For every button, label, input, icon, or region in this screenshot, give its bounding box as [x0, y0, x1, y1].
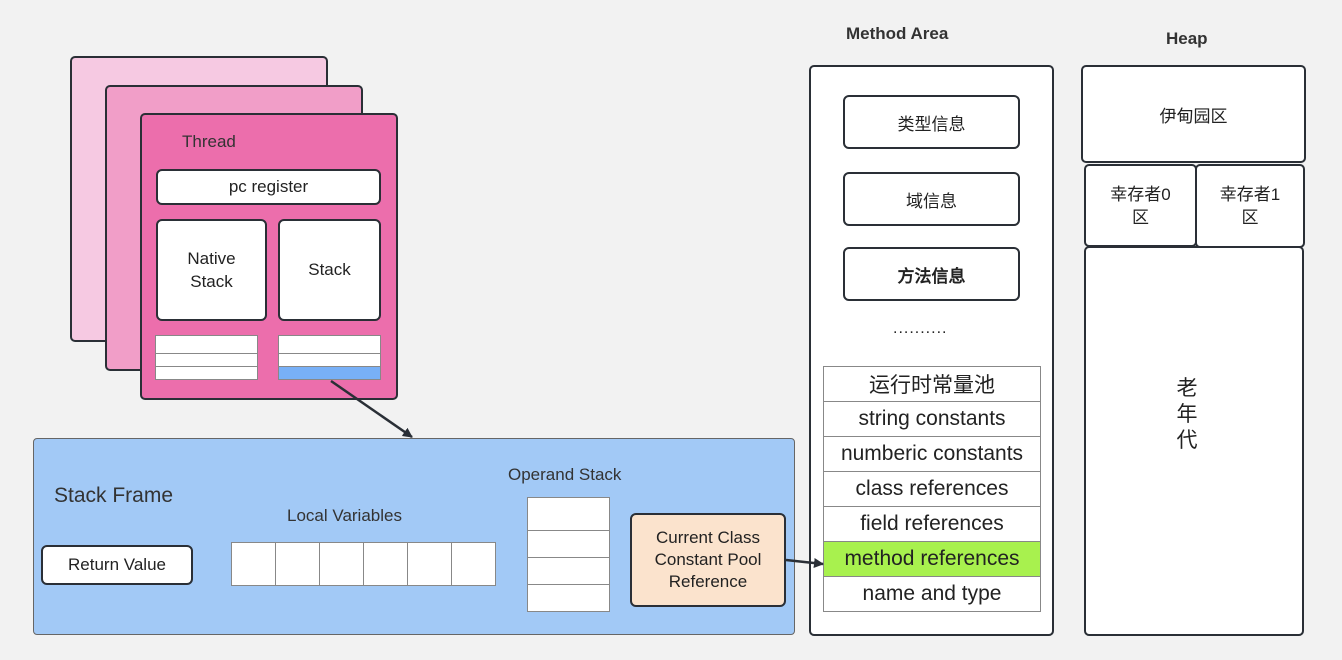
connectors: [330, 379, 824, 569]
arrow-stack-to-frame: [330, 379, 413, 439]
arrow-cpref-to-method-references: [785, 558, 824, 569]
